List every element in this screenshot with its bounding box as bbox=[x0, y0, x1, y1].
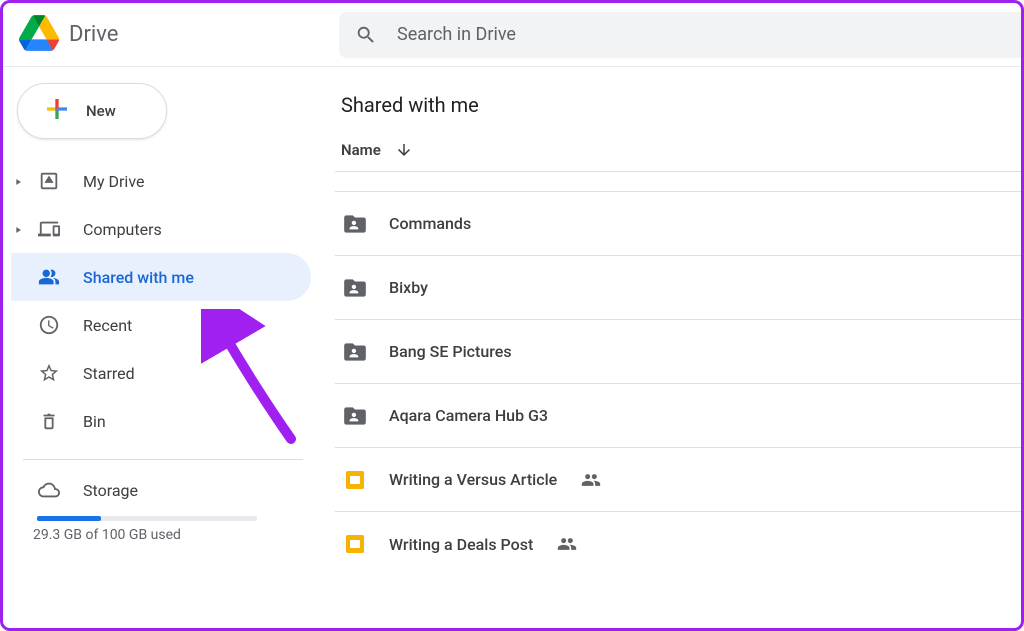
column-name: Name bbox=[341, 141, 381, 159]
shared-icon bbox=[37, 265, 61, 289]
file-row-partial[interactable] bbox=[335, 172, 1021, 192]
main-content: Shared with me Name Commands bbox=[323, 67, 1021, 628]
file-name: Commands bbox=[389, 214, 471, 233]
sidebar-item-my-drive[interactable]: My Drive bbox=[11, 157, 311, 205]
file-row[interactable]: Commands bbox=[335, 192, 1021, 256]
search-placeholder: Search in Drive bbox=[397, 24, 516, 45]
recent-icon bbox=[37, 313, 61, 337]
bin-icon bbox=[37, 409, 61, 433]
file-name: Bixby bbox=[389, 278, 428, 297]
file-name: Aqara Camera Hub G3 bbox=[389, 406, 548, 425]
sidebar-item-starred[interactable]: Starred bbox=[11, 349, 311, 397]
slides-icon bbox=[341, 466, 369, 494]
divider bbox=[23, 459, 303, 460]
header: Drive Search in Drive bbox=[3, 3, 1021, 67]
expand-icon[interactable] bbox=[13, 172, 23, 191]
search-bar[interactable]: Search in Drive bbox=[339, 12, 1021, 58]
sidebar-item-storage[interactable]: Storage bbox=[11, 470, 323, 510]
arrow-down-icon bbox=[395, 141, 413, 159]
sidebar-item-shared-with-me[interactable]: Shared with me bbox=[11, 253, 311, 301]
storage-bar bbox=[37, 516, 257, 521]
list-header[interactable]: Name bbox=[335, 141, 1021, 172]
storage-fill bbox=[37, 516, 101, 521]
sidebar-item-label: Starred bbox=[83, 364, 135, 383]
drive-icon bbox=[37, 169, 61, 193]
storage-label: Storage bbox=[83, 481, 138, 500]
people-shared-icon bbox=[557, 534, 577, 554]
sidebar: New My Drive Computers bbox=[3, 67, 323, 628]
cloud-icon bbox=[37, 478, 61, 502]
star-icon bbox=[37, 361, 61, 385]
file-row[interactable]: Writing a Versus Article bbox=[335, 448, 1021, 512]
expand-icon[interactable] bbox=[13, 220, 23, 239]
drive-logo-icon bbox=[19, 13, 59, 57]
slides-icon bbox=[341, 530, 369, 558]
sidebar-item-bin[interactable]: Bin bbox=[11, 397, 311, 445]
file-name: Writing a Versus Article bbox=[389, 470, 557, 489]
search-icon bbox=[355, 24, 377, 46]
shared-folder-icon bbox=[341, 338, 369, 366]
file-row[interactable]: Bixby bbox=[335, 256, 1021, 320]
sidebar-item-label: Computers bbox=[83, 220, 162, 239]
logo-section[interactable]: Drive bbox=[19, 13, 339, 57]
page-title: Shared with me bbox=[341, 93, 1021, 117]
file-row[interactable]: Bang SE Pictures bbox=[335, 320, 1021, 384]
file-list: Commands Bixby Bang SE Pictures Aqara Ca… bbox=[335, 192, 1021, 576]
sidebar-item-recent[interactable]: Recent bbox=[11, 301, 311, 349]
new-button[interactable]: New bbox=[17, 83, 167, 139]
plus-icon bbox=[42, 94, 72, 128]
sidebar-item-label: Recent bbox=[83, 316, 132, 335]
sidebar-item-label: My Drive bbox=[83, 172, 144, 191]
computers-icon bbox=[37, 217, 61, 241]
sidebar-item-computers[interactable]: Computers bbox=[11, 205, 311, 253]
file-name: Bang SE Pictures bbox=[389, 342, 512, 361]
new-button-label: New bbox=[86, 102, 116, 120]
sidebar-item-label: Shared with me bbox=[83, 268, 194, 287]
file-name: Writing a Deals Post bbox=[389, 535, 533, 554]
product-name: Drive bbox=[69, 22, 118, 47]
shared-folder-icon bbox=[341, 274, 369, 302]
file-row[interactable]: Aqara Camera Hub G3 bbox=[335, 384, 1021, 448]
shared-folder-icon bbox=[341, 210, 369, 238]
sidebar-item-label: Bin bbox=[83, 412, 106, 431]
shared-folder-icon bbox=[341, 402, 369, 430]
storage-used-text: 29.3 GB of 100 GB used bbox=[33, 527, 323, 543]
nav-list: My Drive Computers Shared with me bbox=[11, 157, 323, 445]
file-row[interactable]: Writing a Deals Post bbox=[335, 512, 1021, 576]
people-shared-icon bbox=[581, 470, 601, 490]
